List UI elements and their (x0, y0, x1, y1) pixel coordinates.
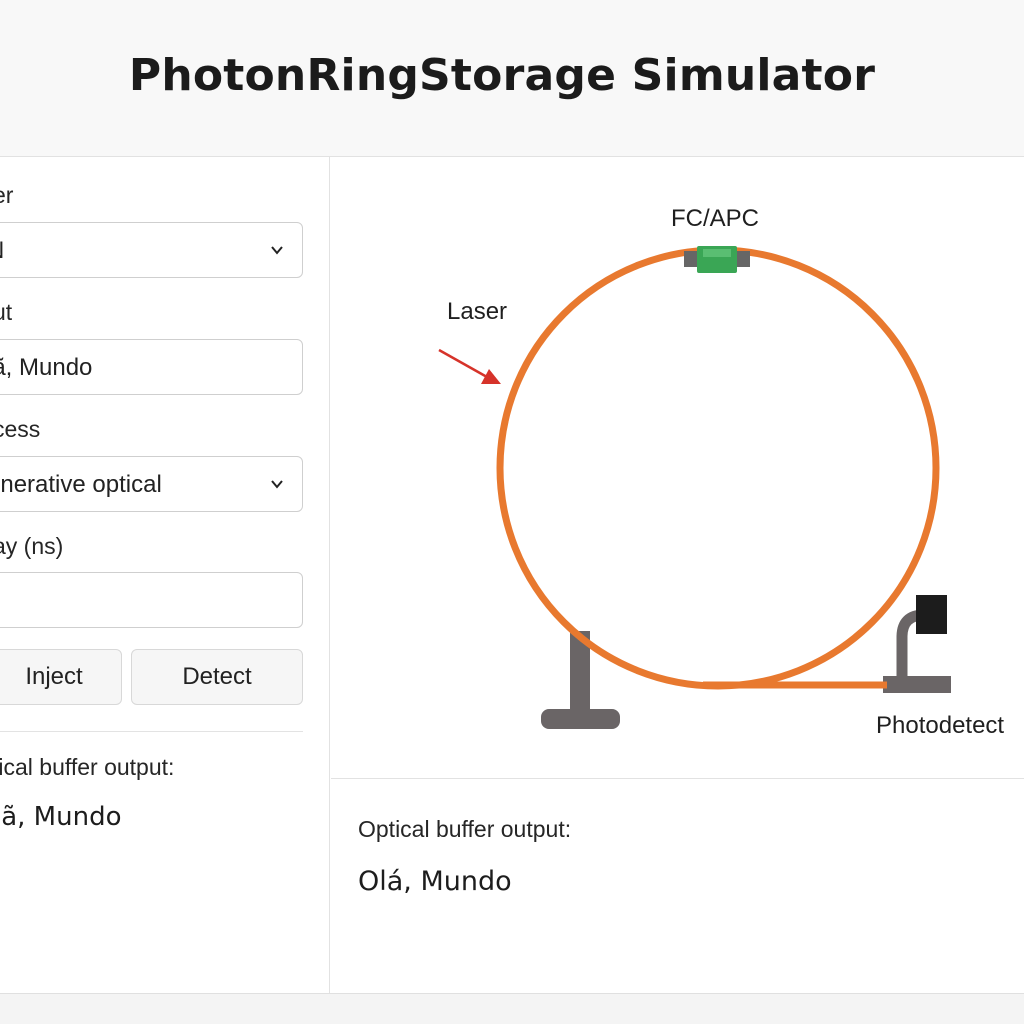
chevron-down-icon (271, 246, 283, 255)
arrow-icon (438, 348, 501, 384)
divider (0, 731, 303, 732)
field-label-0: er (0, 182, 14, 208)
chevron-down-icon (271, 480, 283, 489)
detect-button[interactable]: Detect (131, 649, 303, 705)
fiber-ring (496, 246, 940, 690)
input-value-1: lã, Mundo (0, 354, 93, 381)
output-panel: Optical buffer output: Olá, Mundo (331, 780, 1024, 993)
buffer-output-label: tical buffer output: (0, 754, 175, 780)
ring-diagram (438, 246, 951, 729)
photodetector-icon (883, 595, 951, 693)
input-field-3[interactable]: 0 (0, 572, 303, 628)
photodetector-label: Photodetect (876, 712, 1005, 739)
select-value-0: N (0, 237, 4, 265)
input-field-1[interactable]: lã, Mundo (0, 339, 303, 395)
field-label-2: cess (0, 416, 41, 442)
output-label: Optical buffer output: (358, 816, 572, 842)
laser-label: Laser (447, 298, 508, 325)
post-mount-icon (541, 631, 620, 729)
field-label-1: ut (0, 299, 13, 325)
header: PhotonRingStorage Simulator (0, 0, 1024, 157)
select-field-2[interactable]: enerative optical (0, 456, 303, 512)
connector-label: FC/APC (671, 205, 760, 232)
select-value-2: enerative optical (0, 471, 162, 498)
inject-button[interactable]: Inject (0, 649, 122, 705)
footer (0, 993, 1024, 1024)
app-window: PhotonRingStorage Simulator er N ut lã, … (0, 0, 1024, 1024)
field-label-3: ay (ns) (0, 533, 64, 559)
output-value: Olá, Mundo (358, 866, 512, 897)
select-field-0[interactable]: N (0, 222, 303, 278)
control-panel: er N ut lã, Mundo cess enerative optical… (0, 157, 330, 993)
buffer-output-value: lã, Mundo (0, 802, 122, 832)
page-title: PhotonRingStorage Simulator (128, 50, 876, 101)
ring-diagram-panel: FC/APC Laser Photodetect (331, 157, 1024, 779)
